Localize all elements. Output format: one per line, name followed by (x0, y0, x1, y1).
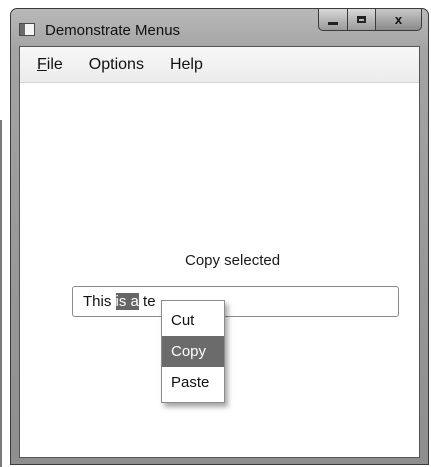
maximize-button[interactable] (348, 9, 376, 31)
context-menu-paste[interactable]: Paste (162, 367, 224, 398)
minimize-icon (328, 21, 338, 25)
context-menu: Cut Copy Paste (161, 300, 225, 403)
app-window-icon[interactable] (19, 23, 35, 36)
menu-file[interactable]: File (28, 54, 72, 76)
menu-file-mnemonic: F (37, 55, 47, 73)
window-title: Demonstrate Menus (45, 22, 181, 39)
app-window: Demonstrate Menus x File Options Help Co… (10, 8, 429, 465)
menu-bar: File Options Help (20, 47, 419, 83)
menu-help[interactable]: Help (161, 54, 212, 76)
close-icon: x (394, 12, 403, 27)
status-label: Copy selected (185, 252, 281, 269)
client-area: File Options Help Copy selected This is … (19, 46, 420, 458)
text-after-selection: te (138, 293, 156, 310)
text-input[interactable]: This is a te (72, 286, 399, 317)
minimize-button[interactable] (318, 9, 348, 31)
background-frame-edge (0, 120, 2, 467)
menu-file-label: ile (46, 55, 63, 73)
text-before-selection: This (83, 293, 116, 310)
context-menu-copy[interactable]: Copy (162, 336, 224, 367)
selected-text[interactable]: is a (115, 293, 139, 310)
menu-options[interactable]: Options (80, 54, 153, 76)
caption-buttons: x (318, 9, 422, 32)
context-menu-cut[interactable]: Cut (162, 305, 224, 336)
maximize-icon (357, 16, 366, 23)
close-button[interactable]: x (376, 9, 422, 31)
